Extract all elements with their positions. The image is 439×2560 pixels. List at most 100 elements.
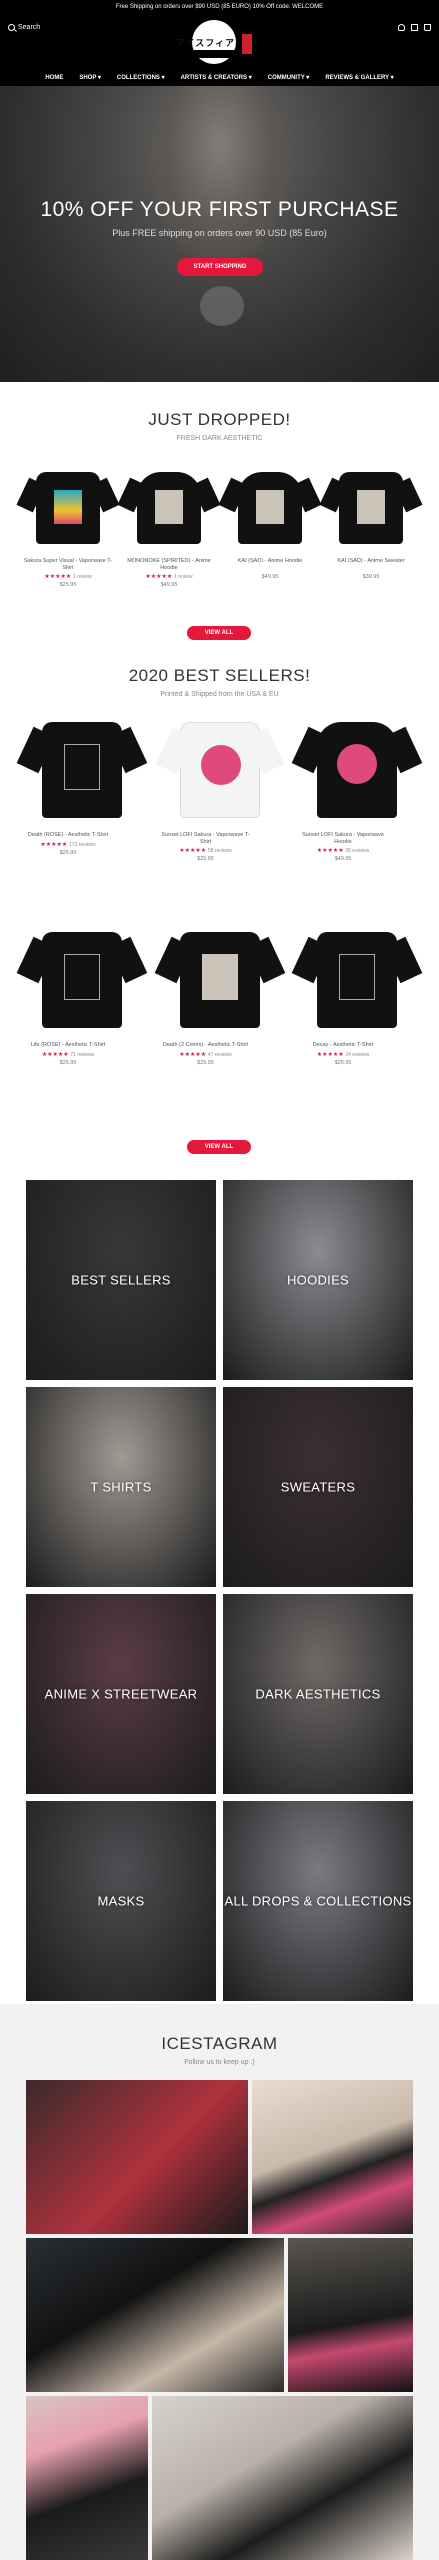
section-subtitle: FRESH DARK AESTHETIC (176, 435, 263, 442)
collection-tile-masks[interactable]: MASKS (26, 1801, 216, 2001)
section-subtitle: Printed & Shipped from the USA & EU (160, 691, 279, 698)
product-image[interactable] (319, 462, 423, 554)
product-image[interactable] (154, 918, 285, 1038)
product-rating: ★★★★★ 1 review (145, 574, 193, 580)
search-icon (8, 24, 15, 31)
view-all-button[interactable]: VIEW ALL (187, 626, 251, 640)
product-rating: ★★★★★ 1 review (44, 574, 92, 580)
cart-icon[interactable] (424, 24, 431, 31)
product-card[interactable]: Life (ROSE) - Aesthetic T-Shirt ★★★★★ 71… (16, 918, 148, 1066)
collection-label[interactable]: T SHIRTS (26, 1480, 216, 1495)
wishlist-icon[interactable] (411, 24, 418, 31)
product-price: $25.95 (334, 1060, 352, 1066)
store-homepage: Free Shipping on orders over $90 USD (85… (0, 0, 439, 2560)
collections-grid: BEST SELLERS HOODIES T SHIRTS SWEATERS A… (26, 1180, 413, 2004)
collection-tile-anime-streetwear[interactable]: ANIME X STREETWEAR (26, 1594, 216, 1794)
hero-title: 10% OFF YOUR FIRST PURCHASE (40, 198, 399, 221)
product-name[interactable]: Decay - Aesthetic T-Shirt (297, 1042, 389, 1050)
product-image[interactable] (16, 708, 148, 828)
product-name[interactable]: KAI (SAD) - Anime Hoodie (224, 558, 316, 572)
nav-home[interactable]: HOME (45, 70, 63, 86)
product-price: $39.95 (362, 574, 380, 580)
product-name[interactable]: Sunset LOFI Sakura - Vaporwave T-Shirt (160, 832, 252, 846)
collection-label[interactable]: ANIME X STREETWEAR (26, 1687, 216, 1702)
announcement-bar: Free Shipping on orders over $90 USD (85… (0, 0, 439, 14)
view-all-button[interactable]: VIEW ALL (187, 1140, 251, 1154)
hero-subtitle: Plus FREE shipping on orders over 90 USD… (112, 228, 327, 238)
product-card[interactable]: KAI (SAD) - Anime Hoodie $49.95 (218, 462, 322, 588)
product-price: $25.95 (59, 582, 77, 588)
collection-label[interactable]: ALL DROPS & COLLECTIONS (223, 1894, 413, 1909)
nav-collections[interactable]: COLLECTIONS ▾ (117, 70, 165, 86)
hero-banner: 10% OFF YOUR FIRST PURCHASE Plus FREE sh… (0, 86, 439, 382)
product-name[interactable]: Life (ROSE) - Aesthetic T-Shirt (22, 1042, 114, 1050)
hero-spider-graphic (200, 286, 244, 326)
collection-tile-best-sellers[interactable]: BEST SELLERS (26, 1180, 216, 1380)
product-row: Sakura Super Visual - Vaporwave T-Shirt … (16, 462, 423, 588)
product-name[interactable]: Sunset LOFI Sakura - Vaporwave Hoodie (297, 832, 389, 846)
product-price: $49.95 (334, 856, 352, 862)
product-price: $25.95 (59, 850, 77, 856)
product-price: $49.95 (160, 582, 178, 588)
product-image[interactable] (117, 462, 221, 554)
start-shopping-button[interactable]: START SHOPPING (177, 258, 263, 276)
main-nav: HOME SHOP ▾ COLLECTIONS ▾ ARTISTS & CREA… (0, 70, 439, 86)
collection-tile-all-drops[interactable]: ALL DROPS & COLLECTIONS (223, 1801, 413, 2001)
collection-label[interactable]: DARK AESTHETICS (223, 1687, 413, 1702)
product-image[interactable] (16, 462, 120, 554)
instagram-photo[interactable] (288, 2238, 413, 2392)
product-image[interactable] (218, 462, 322, 554)
collection-label[interactable]: BEST SELLERS (26, 1273, 216, 1288)
collection-tile-t-shirts[interactable]: T SHIRTS (26, 1387, 216, 1587)
collection-label[interactable]: HOODIES (223, 1273, 413, 1288)
nav-artists[interactable]: ARTISTS & CREATORS ▾ (181, 70, 252, 86)
collection-label[interactable]: MASKS (26, 1894, 216, 1909)
search-button[interactable]: Search (8, 24, 40, 31)
instagram-photo[interactable] (152, 2396, 413, 2560)
product-name[interactable]: MONONOKE (SPIRITED) - Anime Hoodie (123, 558, 215, 572)
collection-tile-dark-aesthetics[interactable]: DARK AESTHETICS (223, 1594, 413, 1794)
product-name[interactable]: Death (ROSE) - Aesthetic T-Shirt (22, 832, 114, 840)
product-image[interactable] (291, 918, 423, 1038)
product-card[interactable]: KAI (SAD) - Anime Sweater $39.95 (319, 462, 423, 588)
product-price: $25.95 (59, 1060, 77, 1066)
product-rating: ★★★★★ 24 reviews (316, 1052, 370, 1058)
product-rating: ★★★★★ 58 reviews (179, 848, 232, 854)
product-image[interactable] (291, 708, 423, 828)
product-card[interactable]: Sunset LOFI Sakura - Vaporwave Hoodie ★★… (291, 708, 423, 862)
product-card[interactable]: Decay - Aesthetic T-Shirt ★★★★★ 24 revie… (291, 918, 423, 1066)
collection-tile-hoodies[interactable]: HOODIES (223, 1180, 413, 1380)
store-logo[interactable]: アイスフィア (170, 18, 270, 66)
product-name[interactable]: Sakura Super Visual - Vaporwave T-Shirt (22, 558, 114, 572)
product-card[interactable]: Sakura Super Visual - Vaporwave T-Shirt … (16, 462, 120, 588)
instagram-photo[interactable] (26, 2080, 248, 2234)
product-image[interactable] (155, 708, 284, 828)
nav-shop[interactable]: SHOP ▾ (79, 70, 101, 86)
section-subtitle: Follow us to keep up :) (184, 2059, 255, 2066)
collection-tile-sweaters[interactable]: SWEATERS (223, 1387, 413, 1587)
logo-stamp-icon (242, 34, 252, 54)
instagram-photo[interactable] (26, 2238, 284, 2392)
header-icons (398, 24, 431, 31)
nav-community[interactable]: COMMUNITY ▾ (268, 70, 310, 86)
collection-label[interactable]: SWEATERS (223, 1480, 413, 1495)
icestagram-section: ICESTAGRAM Follow us to keep up :) (0, 2004, 439, 2560)
best-sellers-section: 2020 BEST SELLERS! Printed & Shipped fro… (0, 650, 439, 1180)
product-row: Death (ROSE) - Aesthetic T-Shirt ★★★★★ 1… (16, 708, 423, 862)
product-card[interactable]: MONONOKE (SPIRITED) - Anime Hoodie ★★★★★… (117, 462, 221, 588)
nav-reviews[interactable]: REVIEWS & GALLERY ▾ (325, 70, 393, 86)
product-name[interactable]: KAI (SAD) - Anime Sweater (325, 558, 417, 572)
product-name[interactable]: Death (2 Colors) - Aesthetic T-Shirt (160, 1042, 252, 1050)
instagram-photo[interactable] (26, 2396, 148, 2560)
account-icon[interactable] (398, 24, 405, 31)
product-card[interactable]: Sunset LOFI Sakura - Vaporwave T-Shirt ★… (155, 708, 284, 862)
product-card[interactable]: Death (2 Colors) - Aesthetic T-Shirt ★★★… (154, 918, 285, 1066)
search-label: Search (18, 24, 41, 31)
product-image[interactable] (16, 918, 148, 1038)
product-rating: ★★★★★ 172 reviews (40, 842, 96, 848)
section-title: ICESTAGRAM (161, 2034, 278, 2053)
hero-model-image (150, 86, 290, 266)
product-card[interactable]: Death (ROSE) - Aesthetic T-Shirt ★★★★★ 1… (16, 708, 148, 862)
instagram-photo[interactable] (252, 2080, 413, 2234)
section-title: 2020 BEST SELLERS! (128, 666, 311, 685)
